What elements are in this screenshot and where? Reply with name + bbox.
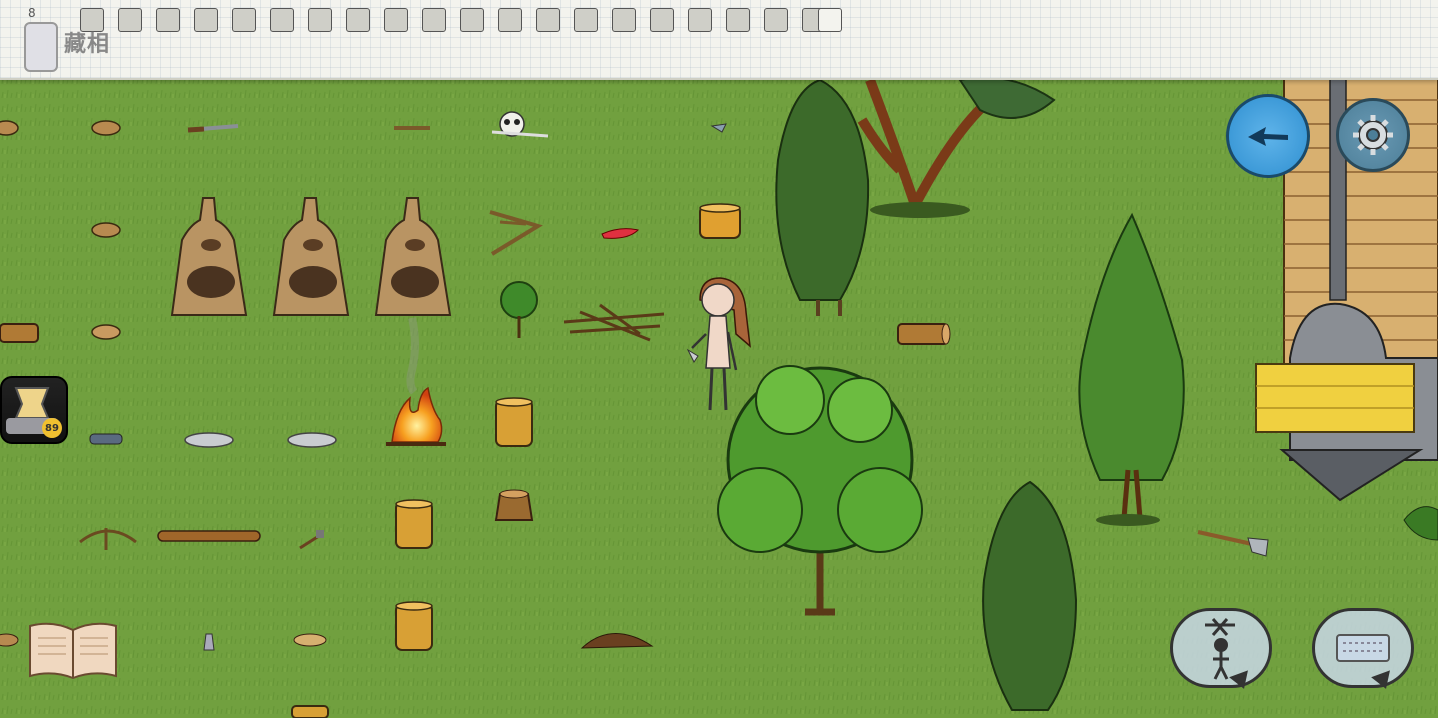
puppet-icon [1205,618,1235,680]
clay-crock[interactable] [395,499,433,549]
inventory-slot[interactable] [650,8,674,32]
inventory-slot[interactable] [612,8,636,32]
emote-button[interactable] [1170,608,1272,688]
tree-stump[interactable] [494,489,534,521]
wooden-sign[interactable] [1255,363,1415,433]
clay-crock[interactable] [291,705,329,718]
flat-bread[interactable] [293,633,327,647]
inventory-slot[interactable] [536,8,560,32]
inventory-slot[interactable] [232,8,256,32]
clay-crock[interactable] [699,203,741,239]
butt-log[interactable] [0,323,39,343]
inventory-slot[interactable] [818,8,842,32]
inventory-slot[interactable] [498,8,522,32]
clay-crock[interactable] [395,601,433,651]
inventory-slot[interactable] [270,8,294,32]
clay-bowl[interactable] [0,120,19,136]
gear-icon [1353,115,1393,155]
chat-button[interactable] [1312,608,1414,688]
clay-crock[interactable] [495,397,533,447]
age-marker: 8 [28,6,36,20]
temperature-icon [24,22,58,72]
keyboard-icon [1336,634,1390,662]
hint-button[interactable]: 89 [0,376,68,444]
clay-bowl[interactable] [91,120,121,136]
clay-bowl[interactable] [91,324,121,340]
home-arrow-icon [1248,127,1288,146]
inventory-slot[interactable] [118,8,142,32]
recipe-book-icon [29,622,117,680]
inventory-slot[interactable] [422,8,446,32]
recipe-book-button[interactable] [26,620,120,682]
butt-log[interactable] [897,323,951,345]
inventory-slot[interactable] [574,8,598,32]
bottle[interactable] [203,633,215,651]
inventory-slot[interactable] [726,8,750,32]
inventory-slot[interactable] [308,8,332,32]
long-shaft[interactable] [157,530,261,542]
inventory-slot[interactable] [384,8,408,32]
inventory-bar: 8 藏相 [0,0,1438,80]
inventory-slot[interactable] [688,8,712,32]
home-arrow-button[interactable] [1226,94,1310,178]
player-name: 藏相 [64,32,111,57]
inventory-slot[interactable] [460,8,484,32]
flat-stone[interactable] [287,432,337,448]
inventory-slot[interactable] [156,8,180,32]
inventory-slot[interactable] [194,8,218,32]
settings-button[interactable] [1336,98,1410,172]
clay-bowl[interactable] [91,222,121,238]
clay-bowl[interactable] [0,633,19,647]
inventory-slot[interactable] [346,8,370,32]
inventory-slot[interactable] [764,8,788,32]
age-badge: 89 [42,418,62,438]
flat-stone[interactable] [184,432,234,448]
flint[interactable] [89,433,123,445]
